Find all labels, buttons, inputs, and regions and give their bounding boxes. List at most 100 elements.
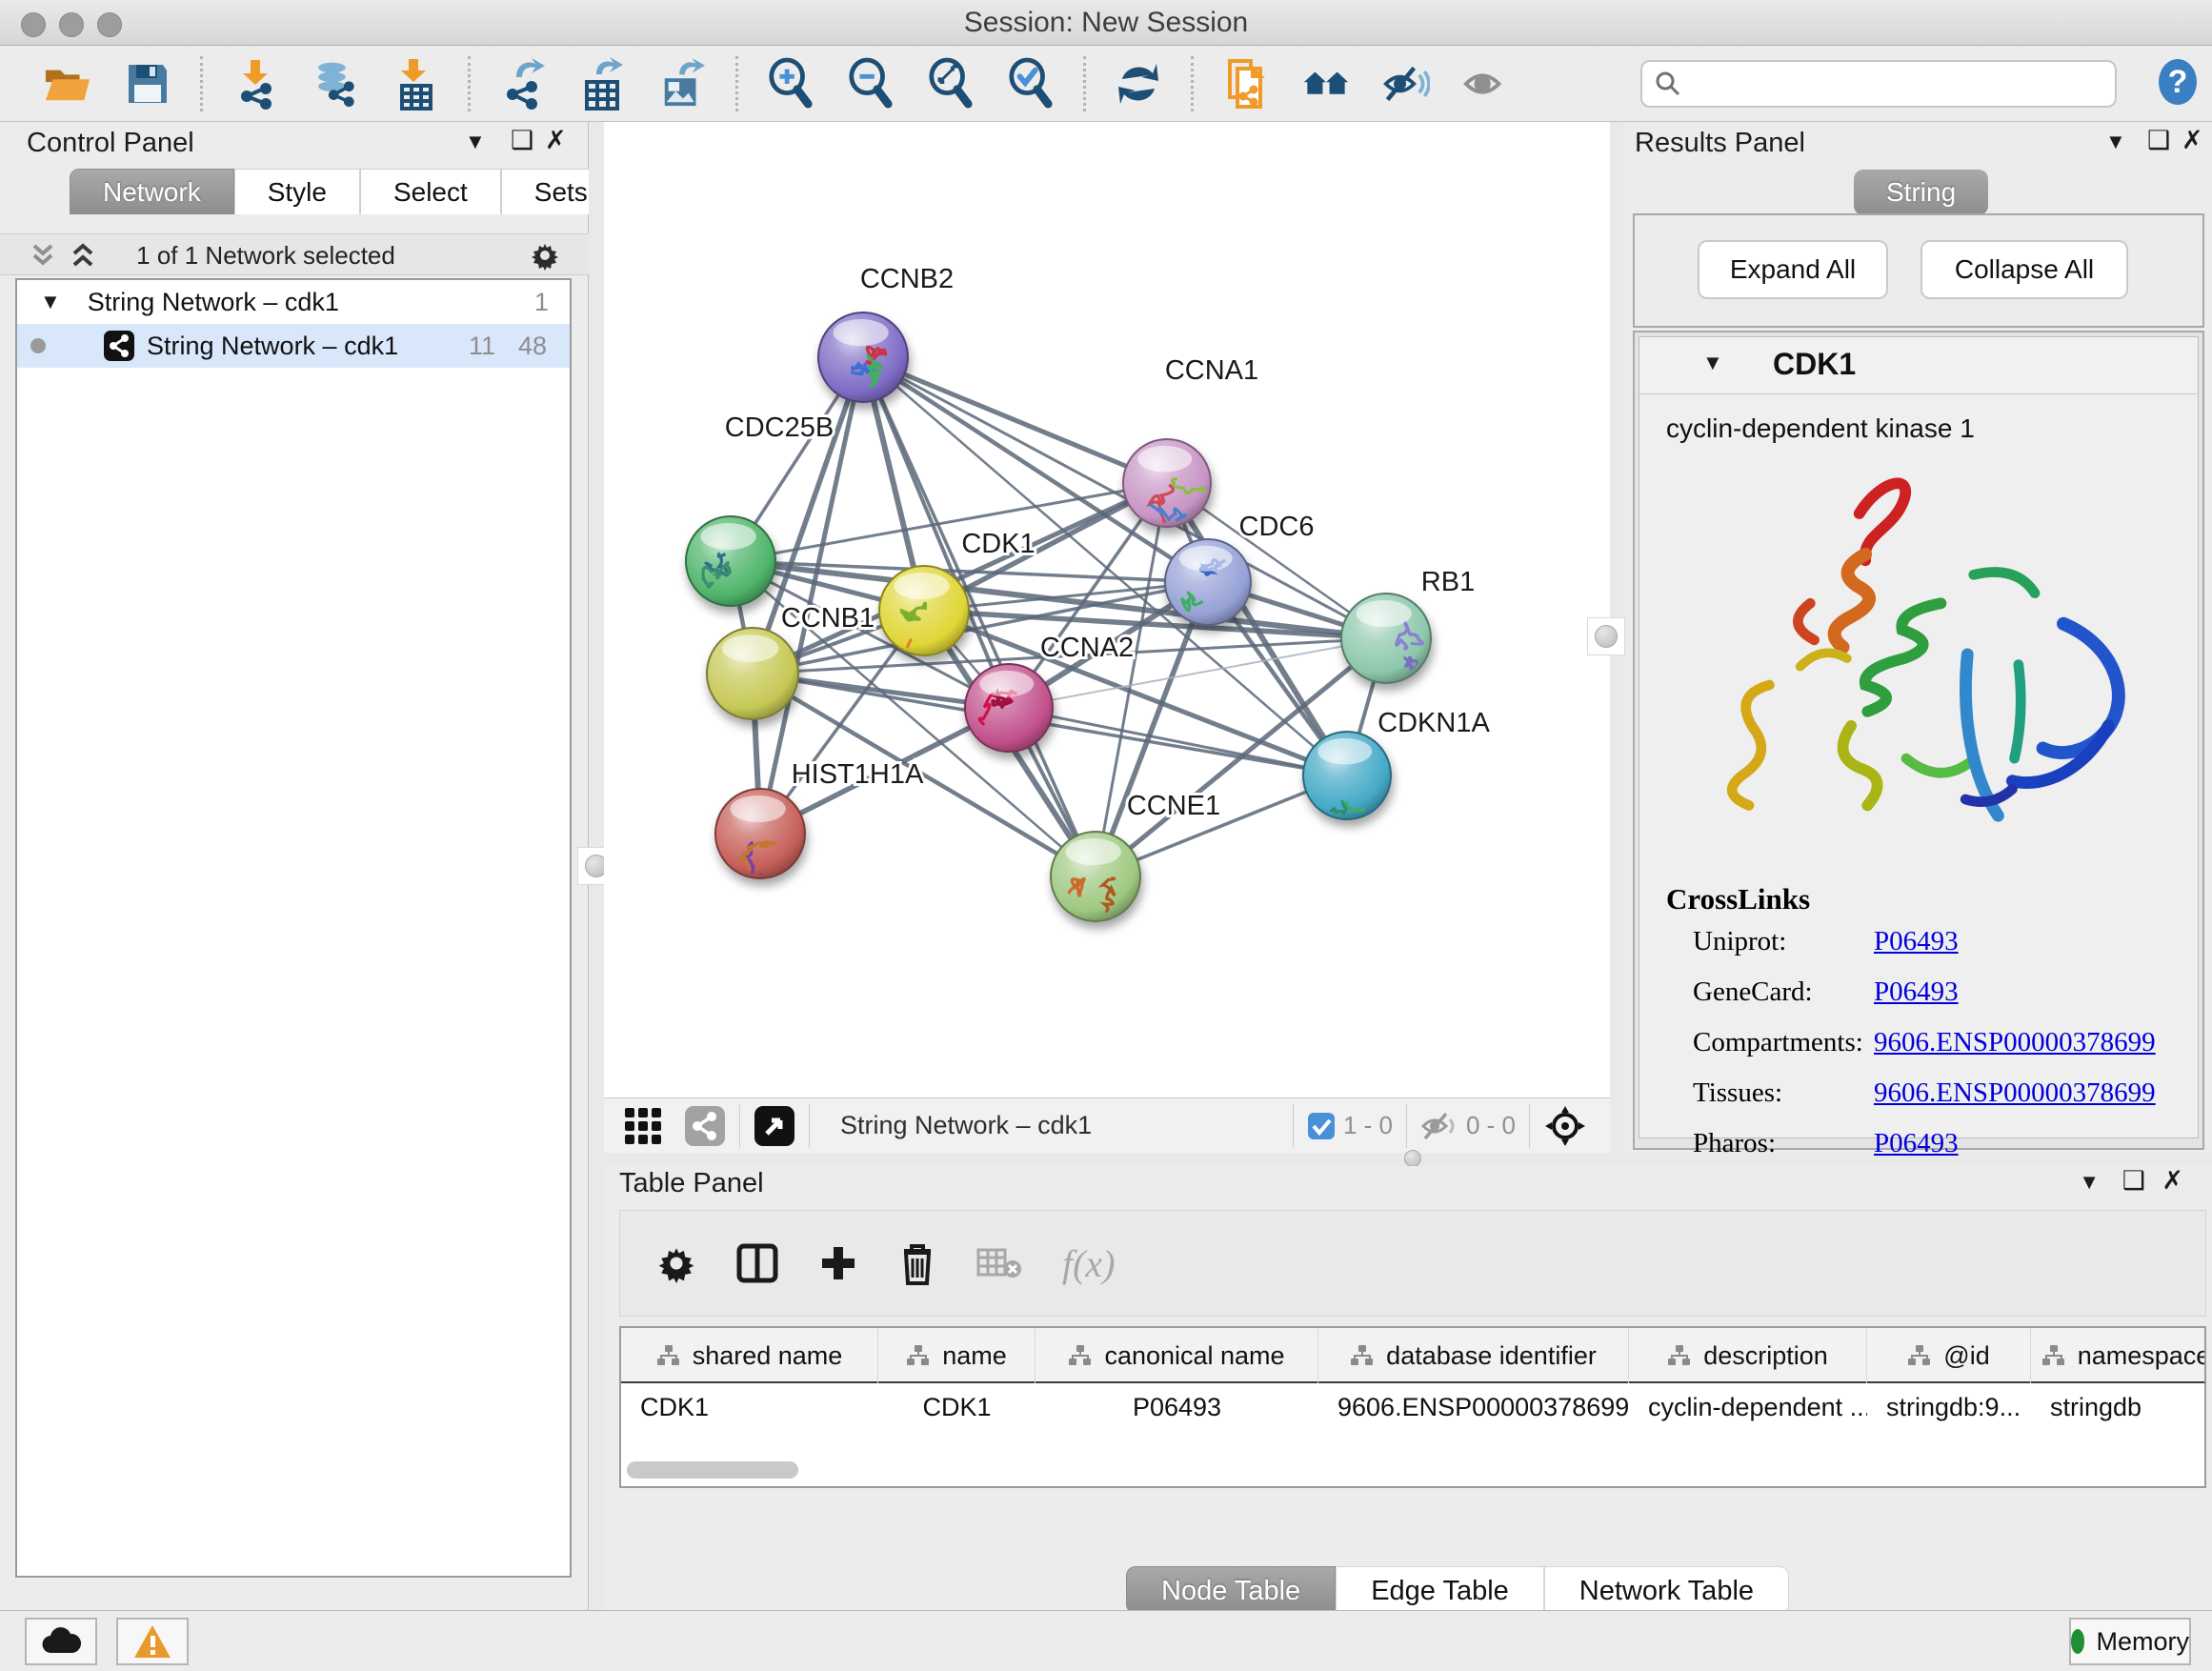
column-header-name[interactable]: name: [878, 1328, 1036, 1383]
show-columns-icon[interactable]: [736, 1242, 778, 1284]
right-splitter-handle[interactable]: [1587, 617, 1625, 655]
save-session-icon[interactable]: [124, 60, 171, 108]
gene-entry-header[interactable]: ▼ CDK1: [1639, 337, 2198, 394]
network-node-CDKN1A[interactable]: CDKN1A: [1303, 708, 1490, 835]
node-table[interactable]: shared name name canonical name database…: [619, 1326, 2206, 1488]
help-icon[interactable]: ?: [2151, 55, 2204, 109]
tree-collapse-icon[interactable]: ▼: [40, 290, 61, 314]
network-node-CCNE1[interactable]: CCNE1: [1051, 791, 1220, 921]
crosslink-value-link[interactable]: P06493: [1874, 1128, 1959, 1159]
network-tree-child-row[interactable]: String Network – cdk1 11 48: [17, 324, 570, 368]
crosslink-value-link[interactable]: P06493: [1874, 976, 1959, 1008]
search-input[interactable]: [1682, 70, 2092, 99]
export-table-icon[interactable]: [579, 60, 627, 108]
open-session-icon[interactable]: [44, 60, 91, 108]
column-type-icon: [1907, 1344, 1932, 1367]
table-options-gear-icon[interactable]: [656, 1243, 696, 1283]
network-canvas[interactable]: CCNB2 CCNA1 CDC25B CDK1 CDC6 RB1 CCNB1 C…: [604, 122, 1610, 1097]
network-share-icon[interactable]: [684, 1105, 726, 1147]
results-panel-float-icon[interactable]: ❑: [2147, 126, 2170, 155]
collapse-all-button[interactable]: Collapse All: [1920, 240, 2128, 299]
memory-button[interactable]: Memory: [2069, 1618, 2191, 1665]
table-cell[interactable]: 9606.ENSP00000378699: [1318, 1385, 1629, 1429]
tab-edge-table[interactable]: Edge Table: [1336, 1566, 1544, 1614]
results-panel-close-icon[interactable]: ✗: [2182, 126, 2203, 155]
network-tree-root-row[interactable]: ▼ String Network – cdk1 1: [17, 280, 570, 324]
protein-structure-image: [1706, 452, 2135, 861]
table-cell[interactable]: P06493: [1036, 1385, 1318, 1429]
cloud-status-button[interactable]: [25, 1618, 97, 1665]
birds-eye-view-icon[interactable]: [754, 1105, 795, 1147]
results-panel-title: Results Panel: [1635, 128, 1805, 159]
table-cell[interactable]: cyclin-dependent ...: [1629, 1385, 1867, 1429]
table-cell[interactable]: stringdb: [2031, 1385, 2206, 1429]
table-row[interactable]: CDK1CDK1P064939606.ENSP00000378699cyclin…: [621, 1385, 2206, 1429]
refresh-icon[interactable]: [1115, 60, 1162, 108]
delete-column-icon[interactable]: [898, 1241, 936, 1285]
control-panel-tabs: Network Style Select Sets: [70, 169, 621, 214]
expand-all-button[interactable]: Expand All: [1698, 240, 1888, 299]
crosslink-value-link[interactable]: P06493: [1874, 926, 1959, 957]
toolbar-separator: [739, 1104, 740, 1148]
string-enrichment-icon[interactable]: [1222, 60, 1270, 108]
network-options-gear-icon[interactable]: [530, 240, 560, 271]
column-header-namespace[interactable]: namespace: [2031, 1328, 2206, 1383]
grid-view-icon[interactable]: [623, 1106, 663, 1146]
node-label-CDC25B: CDC25B: [725, 413, 834, 443]
column-header-description[interactable]: description: [1629, 1328, 1867, 1383]
network-node-HIST1H1A[interactable]: HIST1H1A: [715, 759, 924, 886]
zoom-out-icon[interactable]: [847, 60, 895, 108]
crosslink-value-link[interactable]: 9606.ENSP00000378699: [1874, 1027, 2156, 1058]
tab-node-table[interactable]: Node Table: [1126, 1566, 1336, 1614]
control-panel-float-icon[interactable]: ❑: [511, 126, 533, 155]
import-network-icon[interactable]: [231, 60, 279, 108]
network-edge[interactable]: [1009, 708, 1347, 775]
gene-collapse-icon[interactable]: ▼: [1702, 351, 1723, 375]
table-cell[interactable]: CDK1: [621, 1385, 878, 1429]
warnings-button[interactable]: [116, 1618, 189, 1665]
column-header-shared-name[interactable]: shared name: [621, 1328, 878, 1383]
table-cell[interactable]: CDK1: [878, 1385, 1036, 1429]
add-column-icon[interactable]: [818, 1243, 858, 1283]
export-network-icon[interactable]: [499, 60, 547, 108]
zoom-in-icon[interactable]: [767, 60, 814, 108]
table-cell[interactable]: stringdb:9...: [1867, 1385, 2031, 1429]
network-node-CCNB2[interactable]: CCNB2: [818, 264, 954, 402]
column-header-database-identifier[interactable]: database identifier: [1318, 1328, 1629, 1383]
table-panel-float-icon[interactable]: ❑: [2122, 1166, 2145, 1196]
network-node-RB1[interactable]: RB1: [1341, 567, 1475, 683]
tab-network-table[interactable]: Network Table: [1544, 1566, 1789, 1614]
column-header-@id[interactable]: @id: [1867, 1328, 2031, 1383]
results-scroll-area[interactable]: ▼ CDK1 cyclin-dependent kinase 1: [1633, 331, 2204, 1150]
hidden-eye-icon[interactable]: [1420, 1110, 1458, 1142]
control-panel-menu-icon[interactable]: ▼: [465, 130, 486, 154]
zoom-fit-icon[interactable]: [927, 60, 975, 108]
table-panel-menu-icon[interactable]: ▼: [2079, 1170, 2100, 1195]
status-bar: Memory: [0, 1610, 2212, 1671]
tab-network[interactable]: Network: [70, 169, 234, 214]
table-panel-close-icon[interactable]: ✗: [2162, 1166, 2183, 1196]
tab-select[interactable]: Select: [360, 169, 501, 214]
crosslink-value-link[interactable]: 9606.ENSP00000378699: [1874, 1077, 2156, 1109]
right-splitter[interactable]: [1610, 122, 1625, 1153]
home-network-icon[interactable]: [1302, 60, 1350, 108]
network-edge[interactable]: [863, 357, 1347, 775]
horizontal-splitter-handle[interactable]: [1404, 1150, 1421, 1167]
hide-selected-icon[interactable]: [1382, 60, 1430, 108]
export-image-icon[interactable]: [659, 60, 707, 108]
selected-checkbox-icon[interactable]: [1307, 1112, 1336, 1140]
network-graph[interactable]: CCNB2 CCNA1 CDC25B CDK1 CDC6 RB1 CCNB1 C…: [604, 122, 1610, 1097]
import-network-database-icon[interactable]: [312, 60, 359, 108]
results-panel-menu-icon[interactable]: ▼: [2105, 130, 2126, 154]
network-node-CCNA1[interactable]: CCNA1: [1123, 355, 1258, 531]
horizontal-scrollbar-thumb[interactable]: [627, 1461, 798, 1479]
control-panel-close-icon[interactable]: ✗: [545, 126, 567, 155]
tab-string[interactable]: String: [1854, 170, 1988, 215]
tab-style[interactable]: Style: [234, 169, 360, 214]
zoom-selected-icon[interactable]: [1007, 60, 1055, 108]
fit-content-target-icon[interactable]: [1543, 1104, 1587, 1148]
column-header-canonical-name[interactable]: canonical name: [1036, 1328, 1318, 1383]
show-all-icon[interactable]: [1462, 60, 1510, 108]
left-splitter[interactable]: [589, 122, 604, 1610]
import-table-icon[interactable]: [392, 60, 439, 108]
